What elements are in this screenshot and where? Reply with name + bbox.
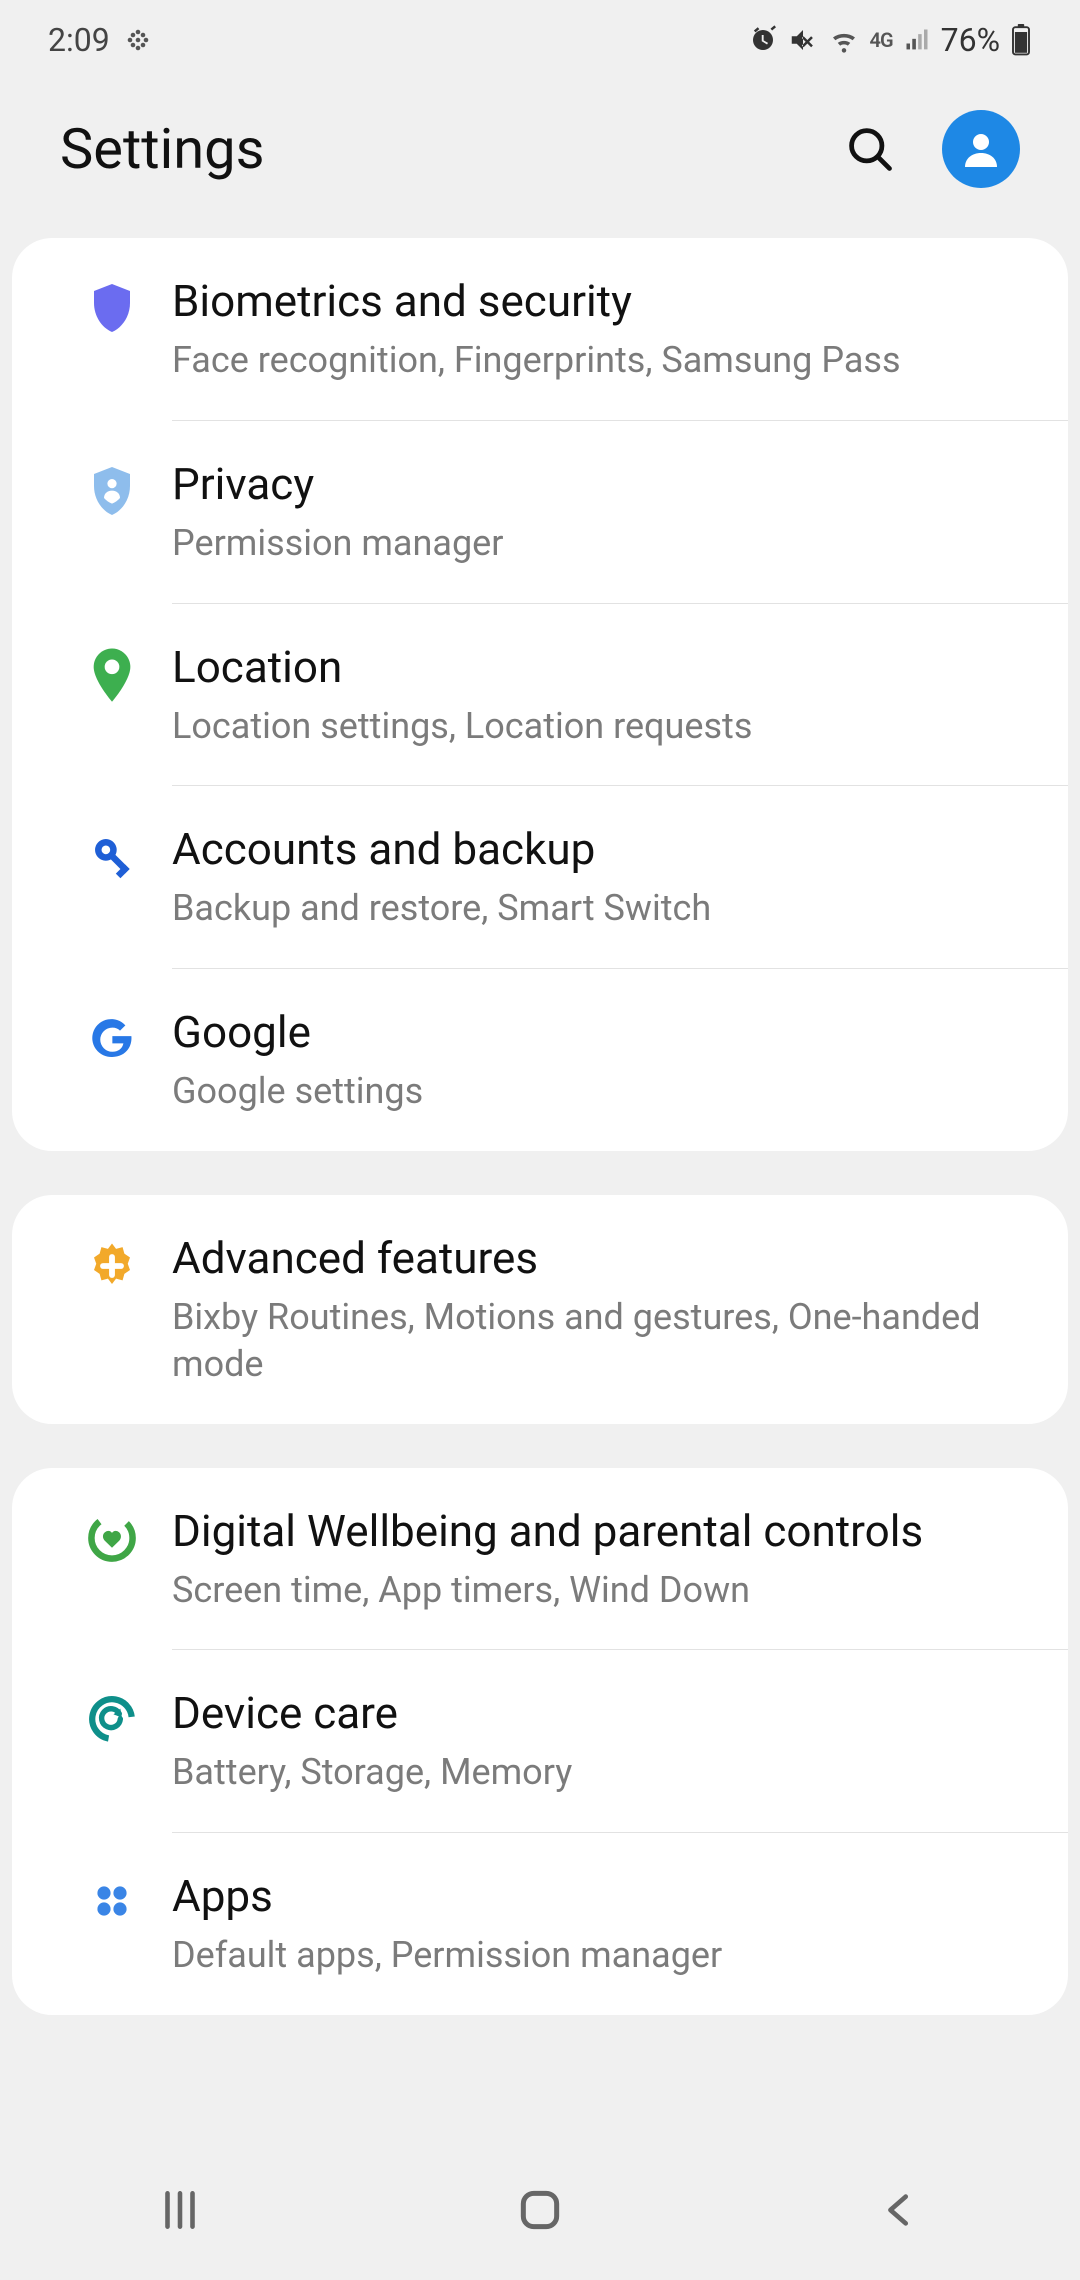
- system-navbar: [0, 2140, 1080, 2280]
- settings-item-title: Device care: [172, 1686, 1028, 1741]
- signal-icon: [903, 26, 931, 54]
- shield-solid-icon: [52, 274, 172, 334]
- settings-item-advanced[interactable]: Advanced features Bixby Routines, Motions…: [12, 1195, 1068, 1424]
- profile-icon: [957, 125, 1005, 173]
- settings-item-subtitle: Face recognition, Fingerprints, Samsung …: [172, 337, 1028, 384]
- settings-item-body: Location Location settings, Location requ…: [172, 640, 1048, 750]
- settings-item-body: Google Google settings: [172, 1005, 1048, 1115]
- settings-item-title: Google: [172, 1005, 1028, 1060]
- google-icon: [52, 1005, 172, 1063]
- settings-group: Advanced features Bixby Routines, Motions…: [12, 1195, 1068, 1424]
- gear-plus-icon: [52, 1231, 172, 1293]
- settings-item-location[interactable]: Location Location settings, Location requ…: [12, 604, 1068, 786]
- recents-icon: [155, 2185, 205, 2235]
- settings-item-subtitle: Location settings, Location requests: [172, 703, 1028, 750]
- settings-item-subtitle: Screen time, App timers, Wind Down: [172, 1567, 1028, 1614]
- dots-icon: [52, 1869, 172, 1925]
- settings-item-title: Digital Wellbeing and parental controls: [172, 1504, 1028, 1559]
- status-dots-icon: [124, 26, 152, 54]
- page-title: Settings: [60, 116, 264, 182]
- refresh-ring-icon: [52, 1686, 172, 1744]
- settings-item-body: Accounts and backup Backup and restore, S…: [172, 822, 1048, 932]
- settings-item-title: Apps: [172, 1869, 1028, 1924]
- battery-percent: 76%: [941, 21, 1000, 59]
- settings-item-body: Biometrics and security Face recognition,…: [172, 274, 1048, 384]
- profile-button[interactable]: [942, 110, 1020, 188]
- alarm-icon: [748, 25, 778, 55]
- search-button[interactable]: [844, 123, 896, 175]
- nav-recents-button[interactable]: [2, 2140, 358, 2280]
- settings-item-body: Device care Battery, Storage, Memory: [172, 1686, 1048, 1796]
- status-time: 2:09: [48, 21, 110, 59]
- settings-group: Digital Wellbeing and parental controls S…: [12, 1468, 1068, 2015]
- key-icon: [52, 822, 172, 882]
- settings-item-privacy[interactable]: Privacy Permission manager: [12, 421, 1068, 603]
- wifi-icon: [828, 25, 860, 55]
- settings-item-body: Digital Wellbeing and parental controls S…: [172, 1504, 1048, 1614]
- pin-icon: [52, 640, 172, 704]
- settings-item-subtitle: Battery, Storage, Memory: [172, 1749, 1028, 1796]
- settings-item-subtitle: Permission manager: [172, 520, 1028, 567]
- settings-item-body: Advanced features Bixby Routines, Motions…: [172, 1231, 1048, 1388]
- back-icon: [877, 2187, 923, 2233]
- home-icon: [515, 2185, 565, 2235]
- settings-item-wellbeing[interactable]: Digital Wellbeing and parental controls S…: [12, 1468, 1068, 1650]
- heart-ring-icon: [52, 1504, 172, 1564]
- settings-item-body: Apps Default apps, Permission manager: [172, 1869, 1048, 1979]
- settings-item-title: Advanced features: [172, 1231, 1028, 1286]
- settings-item-biometrics[interactable]: Biometrics and security Face recognition,…: [12, 238, 1068, 420]
- settings-item-title: Accounts and backup: [172, 822, 1028, 877]
- settings-list: Biometrics and security Face recognition,…: [0, 238, 1080, 2015]
- settings-item-subtitle: Google settings: [172, 1068, 1028, 1115]
- settings-item-title: Privacy: [172, 457, 1028, 512]
- settings-group: Biometrics and security Face recognition,…: [12, 238, 1068, 1151]
- settings-item-accounts[interactable]: Accounts and backup Backup and restore, S…: [12, 786, 1068, 968]
- nav-back-button[interactable]: [722, 2140, 1078, 2280]
- settings-item-subtitle: Default apps, Permission manager: [172, 1932, 1028, 1979]
- settings-item-title: Location: [172, 640, 1028, 695]
- nav-home-button[interactable]: [362, 2140, 718, 2280]
- settings-item-subtitle: Bixby Routines, Motions and gestures, On…: [172, 1294, 1028, 1388]
- settings-item-apps[interactable]: Apps Default apps, Permission manager: [12, 1833, 1068, 2015]
- settings-item-subtitle: Backup and restore, Smart Switch: [172, 885, 1028, 932]
- settings-item-title: Biometrics and security: [172, 274, 1028, 329]
- settings-item-google[interactable]: Google Google settings: [12, 969, 1068, 1151]
- settings-item-device-care[interactable]: Device care Battery, Storage, Memory: [12, 1650, 1068, 1832]
- network-4g-icon: 4G: [870, 28, 893, 52]
- battery-icon: [1010, 24, 1032, 56]
- settings-item-body: Privacy Permission manager: [172, 457, 1048, 567]
- shield-user-icon: [52, 457, 172, 517]
- search-icon: [844, 123, 896, 175]
- app-header: Settings: [0, 80, 1080, 238]
- status-bar: 2:09 4G 76%: [0, 0, 1080, 80]
- mute-vibrate-icon: [788, 25, 818, 55]
